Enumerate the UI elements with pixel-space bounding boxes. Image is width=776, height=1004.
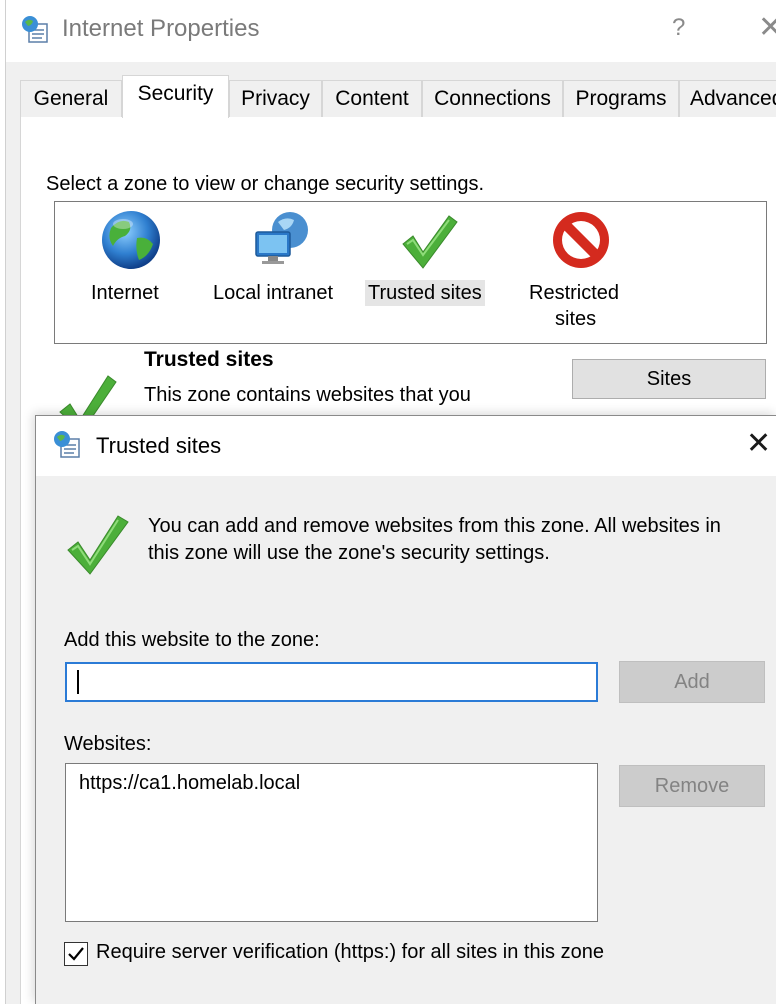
window-title: Internet Properties	[62, 15, 260, 42]
internet-options-icon	[54, 431, 80, 458]
sites-button[interactable]: Sites	[572, 359, 766, 399]
tab-privacy[interactable]: Privacy	[229, 80, 322, 117]
dialog-title: Trusted sites	[96, 433, 222, 458]
dialog-info: You can add and remove websites from thi…	[148, 513, 773, 567]
add-website-input[interactable]	[65, 662, 598, 702]
zone-restricted-sites[interactable]: Restricted sites	[505, 202, 655, 342]
zone-prompt: Select a zone to view or change security…	[46, 173, 485, 195]
require-verification-checkbox[interactable]	[64, 942, 88, 966]
dialog-info-line2: this zone will use the zone's security s…	[148, 542, 550, 564]
intranet-icon	[255, 212, 308, 264]
add-website-label: Add this website to the zone:	[64, 629, 320, 651]
tab-connections[interactable]: Connections	[422, 80, 563, 117]
checkbox-check-icon	[68, 947, 84, 961]
checkmark-icon	[402, 215, 458, 269]
zone-trusted-sites[interactable]: Trusted sites	[355, 202, 505, 342]
zone-internet-label: Internet	[91, 282, 159, 304]
add-button[interactable]: Add	[619, 661, 765, 703]
tab-advanced[interactable]: Advanced	[679, 80, 776, 117]
websites-label: Websites:	[64, 733, 152, 755]
zone-trusted-sites-label: Trusted sites	[365, 280, 485, 306]
zone-restricted-label-line1: Restricted	[529, 282, 620, 304]
dialog-close-button[interactable]: ✕	[746, 426, 771, 462]
close-button[interactable]: ✕	[758, 10, 776, 45]
zone-list: Internet Local intranet Trusted sites Re…	[54, 201, 767, 344]
zone-internet[interactable]: Internet	[55, 202, 205, 342]
websites-list[interactable]: https://ca1.homelab.local	[65, 763, 598, 922]
globe-icon	[102, 211, 160, 269]
zone-restricted-label-line2: sites	[555, 308, 597, 330]
zone-description: This zone contains websites that you	[144, 384, 471, 406]
zone-local-intranet[interactable]: Local intranet	[205, 202, 355, 342]
tab-programs[interactable]: Programs	[563, 80, 679, 117]
list-item[interactable]: https://ca1.homelab.local	[79, 772, 300, 795]
dialog-info-line1: You can add and remove websites from thi…	[148, 515, 721, 537]
window-titlebar: Internet Properties ? ✕	[6, 0, 776, 62]
dialog-titlebar: Trusted sites ✕	[36, 416, 776, 476]
zone-heading: Trusted sites	[144, 348, 274, 371]
restricted-icon	[553, 212, 609, 268]
tab-content[interactable]: Content	[322, 80, 422, 117]
zone-checkmark-icon	[59, 375, 117, 420]
tab-general[interactable]: General	[20, 80, 122, 117]
zone-local-intranet-label: Local intranet	[213, 282, 334, 304]
help-button[interactable]: ?	[672, 14, 685, 42]
internet-options-icon	[22, 16, 48, 43]
tab-security[interactable]: Security	[122, 75, 229, 118]
remove-button[interactable]: Remove	[619, 765, 765, 807]
require-verification-label: Require server verification (https:) for…	[96, 941, 604, 963]
text-caret	[77, 670, 79, 694]
checkmark-icon	[67, 515, 129, 575]
trusted-sites-dialog: Trusted sites ✕ You can add and remove w…	[35, 415, 776, 1004]
